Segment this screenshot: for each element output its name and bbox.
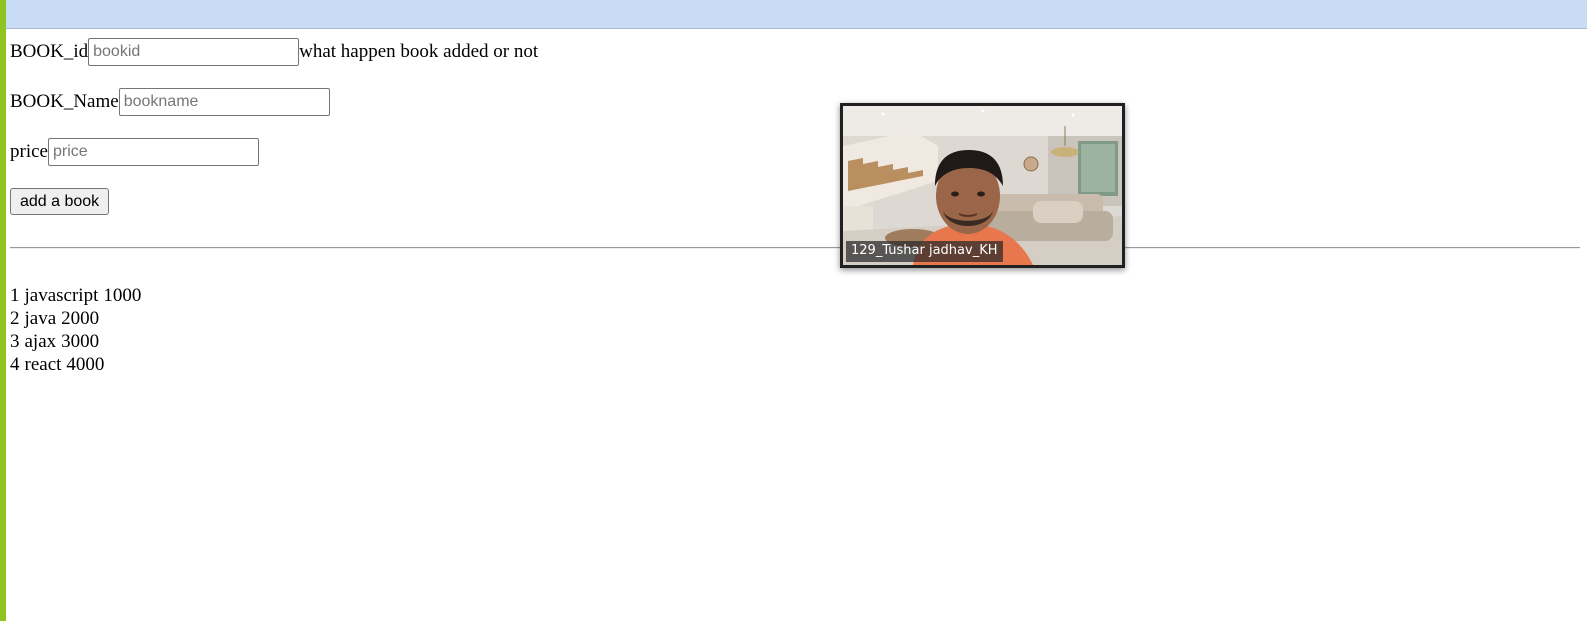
book-id: 4 <box>10 354 20 375</box>
book-name-input[interactable] <box>118 88 330 116</box>
status-message: what happen book added or not <box>299 41 539 62</box>
book-price: 1000 <box>103 285 142 306</box>
book-name-label: BOOK_Name <box>10 91 119 112</box>
list-item: 2 java 2000 <box>10 307 141 330</box>
video-call-tile[interactable]: 129_Tushar jadhav_KH <box>840 103 1125 268</box>
participant-name-label: 129_Tushar jadhav_KH <box>846 241 1003 262</box>
book-id: 3 <box>10 331 20 352</box>
book-id-label: BOOK_id <box>10 41 89 62</box>
book-price: 3000 <box>61 331 100 352</box>
book-list: 1 javascript 1000 2 java 2000 3 ajax 3000 4 rea… <box>10 284 141 376</box>
browser-top-bar <box>6 0 1587 29</box>
book-name: ajax <box>24 331 57 352</box>
book-price: 2000 <box>61 308 100 329</box>
book-name-row: BOOK_Name <box>10 88 330 116</box>
price-row: price <box>10 138 259 166</box>
list-item: 1 javascript 1000 <box>10 284 141 307</box>
list-item: 3 ajax 3000 <box>10 330 141 353</box>
book-id-row: BOOK_id what happen book added or not <box>10 38 538 66</box>
add-book-button[interactable]: add a book <box>10 188 110 215</box>
horizontal-rule <box>10 247 1580 249</box>
book-name: java <box>24 308 57 329</box>
book-name: react <box>24 354 62 375</box>
book-price: 4000 <box>66 354 105 375</box>
list-item: 4 react 4000 <box>10 353 141 376</box>
left-accent-strip <box>0 0 6 621</box>
book-id-input[interactable] <box>88 38 300 66</box>
price-label: price <box>10 141 48 162</box>
book-name: javascript <box>24 285 99 306</box>
book-id: 1 <box>10 285 20 306</box>
book-id: 2 <box>10 308 20 329</box>
price-input[interactable] <box>47 138 259 166</box>
